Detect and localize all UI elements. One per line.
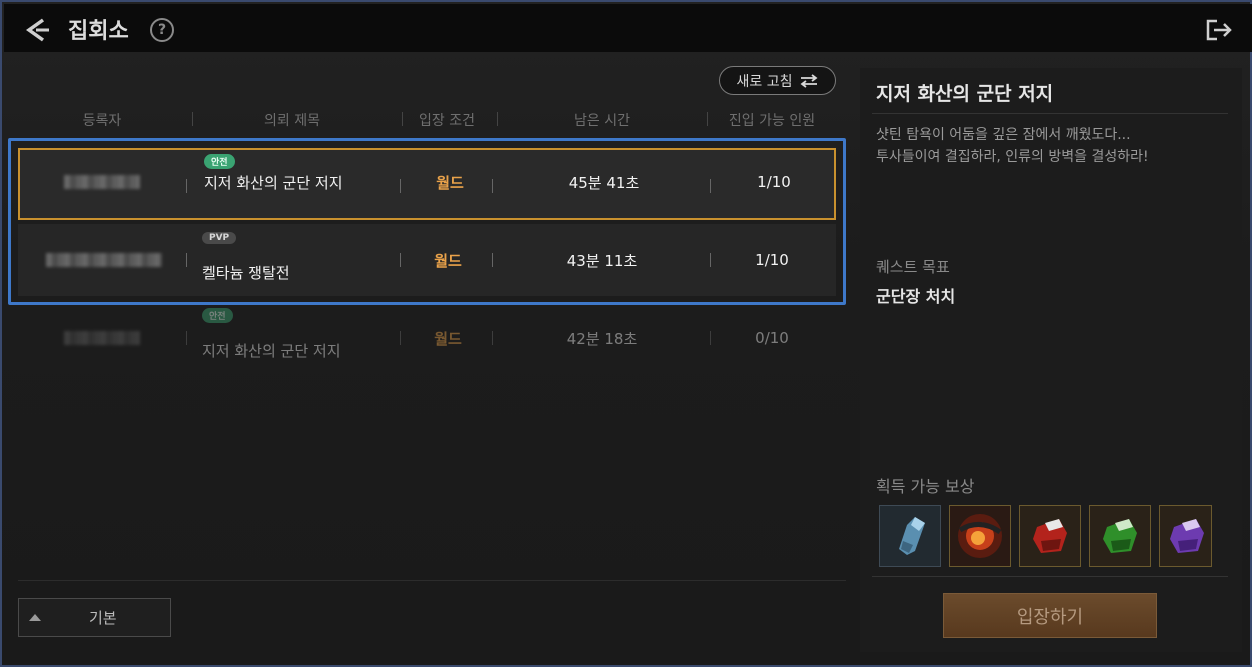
exit-button[interactable] [1204,16,1234,44]
cell-divider [710,331,711,345]
quest-title: 지저 화산의 군단 저지 [202,341,341,360]
cell-divider [400,253,401,267]
objective-value: 군단장 처치 [876,287,956,306]
description-line: 투사들이여 결집하라, 인류의 방벽을 결성하라! [876,149,1149,165]
top-bar: 집회소 ? [4,4,1252,52]
col-divider [402,112,403,126]
cell-divider [186,253,187,267]
quest-title: 켈타늄 쟁탈전 [202,263,290,282]
col-divider [192,112,193,126]
divider [872,576,1228,577]
description-line: 샷틴 탐욕이 어둠을 깊은 잠에서 깨웠도다... [876,127,1131,143]
capacity-count: 1/10 [757,173,791,191]
registrant-name-blurred [64,302,140,374]
cell-divider [186,331,187,345]
exit-icon [1206,19,1232,41]
objective-label: 퀘스트 목표 [876,258,950,276]
reward-item[interactable] [1019,505,1081,567]
cell-divider [710,253,711,267]
enter-button[interactable]: 입장하기 [943,593,1157,638]
quest-detail-panel: 지저 화산의 군단 저지 샷틴 탐욕이 어둠을 깊은 잠에서 깨웠도다... 투… [860,68,1242,652]
filter-dropdown[interactable]: 기본 [18,598,171,637]
quest-title: 지저 화산의 군단 저지 [204,173,343,192]
col-header-registrant: 등록자 [82,113,122,129]
red-gauntlet-icon [1033,519,1067,553]
reward-label: 획득 가능 보상 [876,477,975,496]
filter-label: 기본 [89,609,117,627]
col-header-title: 의뢰 제목 [264,113,320,129]
app-frame: 집회소 ? 새로 고침 등록자 의뢰 제목 입장 조건 남은 시간 진입 가능 … [0,0,1252,667]
cell-divider [400,331,401,345]
registrant-name-blurred [46,224,162,296]
cell-divider [492,253,493,267]
entry-condition: 월드 [434,329,462,348]
reward-item[interactable] [1159,505,1212,567]
divider [872,113,1228,114]
refresh-label: 새로 고침 [736,73,793,90]
cell-divider [710,179,711,193]
detail-title: 지저 화산의 군단 저지 [876,83,1054,105]
back-arrow-icon [25,18,49,42]
reward-item[interactable] [879,505,941,567]
blue-gauntlet-icon [899,517,925,555]
help-icon[interactable]: ? [150,18,174,42]
col-divider [707,112,708,126]
entry-condition: 월드 [434,251,462,270]
cell-divider [492,179,493,193]
divider [18,580,846,581]
fire-orb-icon [958,514,1002,558]
time-remaining: 45분 41초 [568,173,640,192]
cell-divider [492,331,493,345]
refresh-button[interactable]: 새로 고침 [719,66,836,95]
reward-item[interactable] [949,505,1011,567]
table-row[interactable]: 안전 지저 화산의 군단 저지 월드 45분 41초 1/10 [18,148,836,220]
detail-description: 샷틴 탐욕이 어둠을 깊은 잠에서 깨웠도다... 투사들이여 결집하라, 인류… [876,124,1149,168]
table-row[interactable]: 안전 지저 화산의 군단 저지 월드 42분 18초 0/10 [18,302,836,374]
capacity-count: 1/10 [755,251,789,269]
reward-list [879,505,1212,567]
col-header-time: 남은 시간 [574,113,630,129]
swap-arrows-icon [800,73,818,88]
entry-condition: 월드 [436,173,464,192]
col-header-capacity: 진입 가능 인원 [728,113,816,129]
back-button[interactable] [22,16,52,44]
purple-gauntlet-icon [1169,519,1204,553]
capacity-count: 0/10 [755,329,789,347]
chevron-up-icon [29,614,41,621]
col-divider [497,112,498,126]
time-remaining: 42분 18초 [566,329,638,348]
green-gauntlet-icon [1103,519,1137,553]
cell-divider [400,179,401,193]
page-title: 집회소 [68,19,129,44]
col-header-condition: 입장 조건 [419,113,475,129]
reward-item[interactable] [1089,505,1151,567]
registrant-name-blurred [64,148,140,216]
table-row[interactable]: PVP 켈타늄 쟁탈전 월드 43분 11초 1/10 [18,224,836,296]
time-remaining: 43분 11초 [566,251,638,270]
cell-divider [186,179,187,193]
